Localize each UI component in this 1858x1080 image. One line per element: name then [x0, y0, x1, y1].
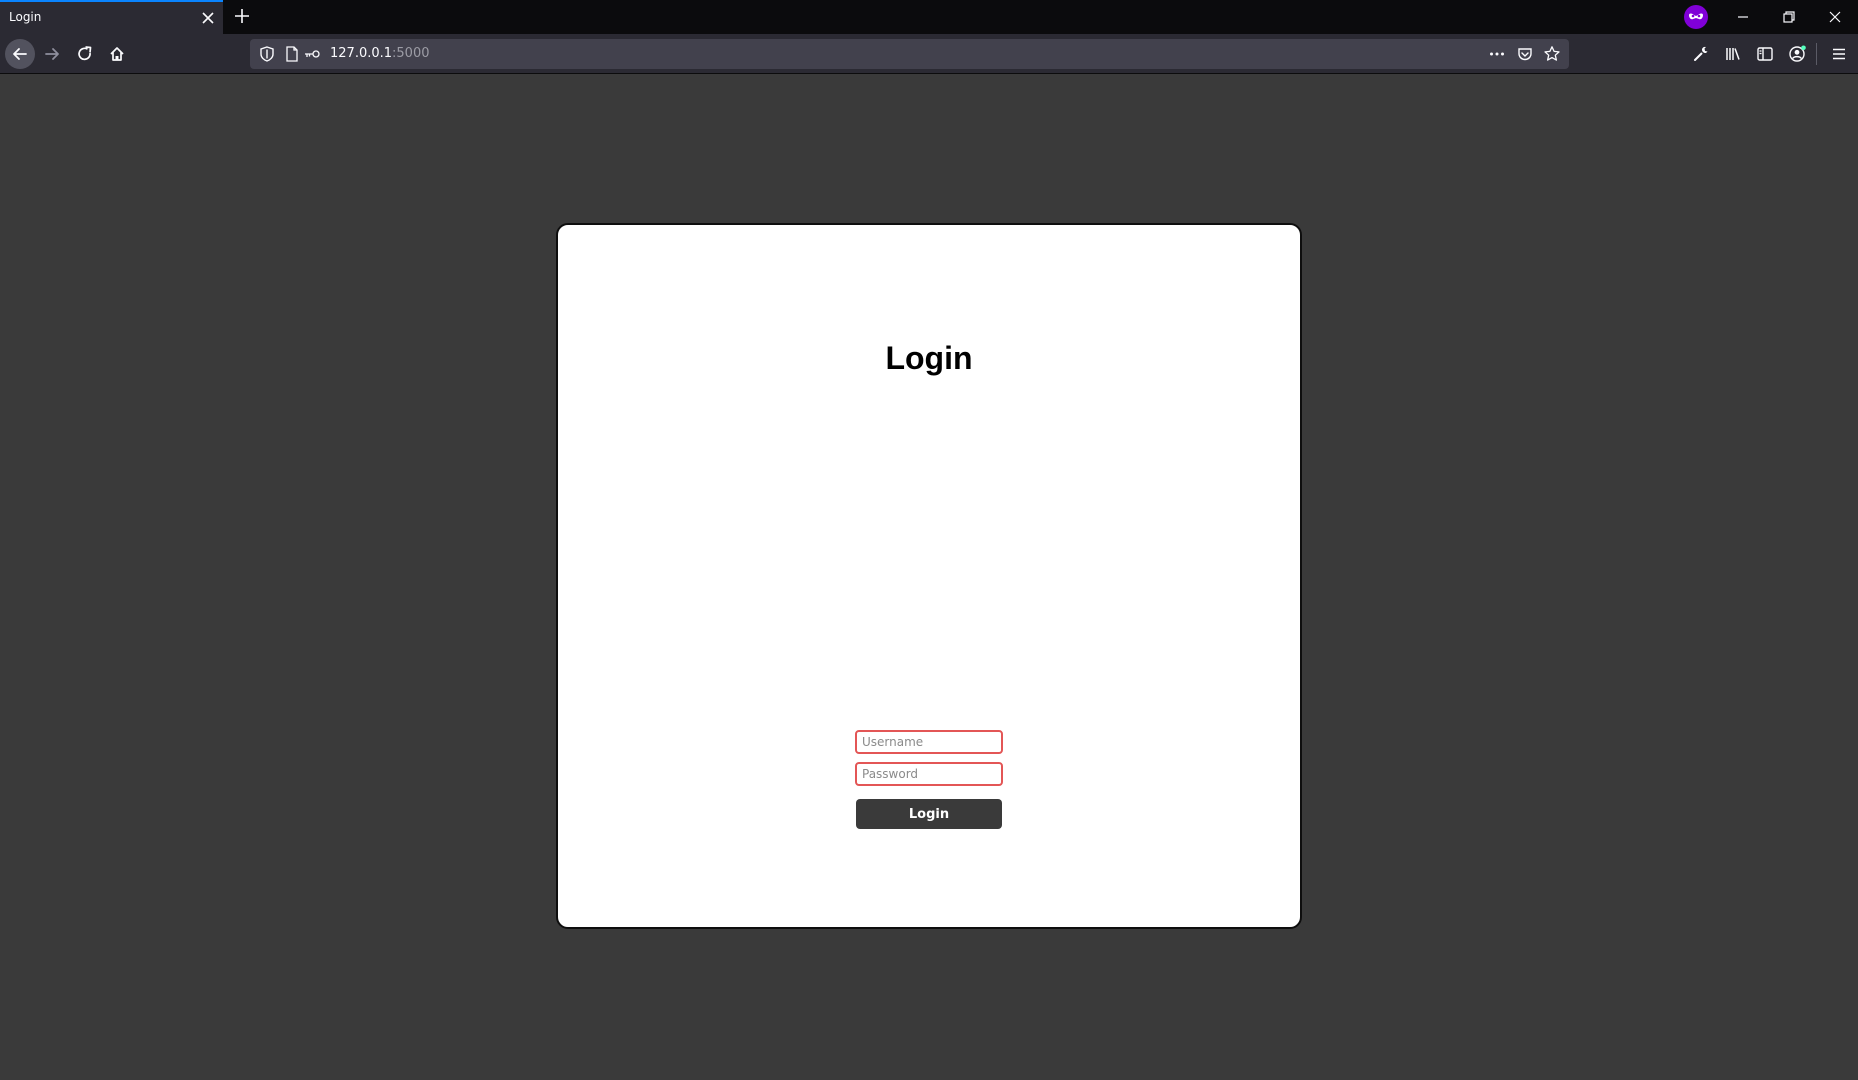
menu-icon[interactable] — [1830, 45, 1848, 63]
toolbar-separator — [1816, 43, 1817, 65]
page-viewport: Login Login — [0, 74, 1858, 1080]
bookmark-star-icon[interactable] — [1543, 45, 1561, 63]
minimize-icon[interactable] — [1731, 5, 1755, 29]
password-input[interactable] — [855, 762, 1003, 786]
url-bar[interactable]: 127.0.0.1:5000 — [250, 39, 1569, 69]
account-icon[interactable] — [1788, 45, 1806, 63]
tab-login[interactable]: Login — [0, 0, 223, 34]
home-button[interactable] — [102, 39, 132, 69]
pocket-icon[interactable] — [1516, 45, 1534, 63]
sidebar-icon[interactable] — [1756, 45, 1774, 63]
window-close-icon[interactable] — [1823, 5, 1847, 29]
forward-button[interactable] — [37, 39, 67, 69]
new-tab-icon[interactable] — [232, 6, 252, 26]
url-host: 127.0.0.1 — [330, 46, 393, 61]
url-port: :5000 — [392, 46, 430, 61]
library-icon[interactable] — [1724, 45, 1742, 63]
login-card: Login Login — [556, 223, 1302, 929]
close-icon[interactable] — [199, 9, 217, 27]
more-actions-icon[interactable] — [1488, 45, 1506, 63]
navigation-toolbar: 127.0.0.1:5000 — [0, 34, 1858, 74]
private-browsing-icon — [1684, 5, 1708, 29]
restore-icon[interactable] — [1777, 5, 1801, 29]
developer-tools-icon[interactable] — [1692, 45, 1710, 63]
username-input[interactable] — [855, 730, 1003, 754]
tab-title: Login — [9, 10, 42, 24]
shield-icon[interactable] — [258, 45, 276, 63]
login-button[interactable]: Login — [856, 799, 1002, 829]
page-icon[interactable] — [283, 45, 301, 63]
url-text[interactable]: 127.0.0.1:5000 — [330, 46, 430, 61]
reload-button[interactable] — [70, 39, 100, 69]
tab-strip: Login — [0, 0, 1858, 34]
back-button[interactable] — [5, 39, 35, 69]
page-title: Login — [885, 340, 973, 376]
key-icon[interactable] — [303, 45, 321, 63]
